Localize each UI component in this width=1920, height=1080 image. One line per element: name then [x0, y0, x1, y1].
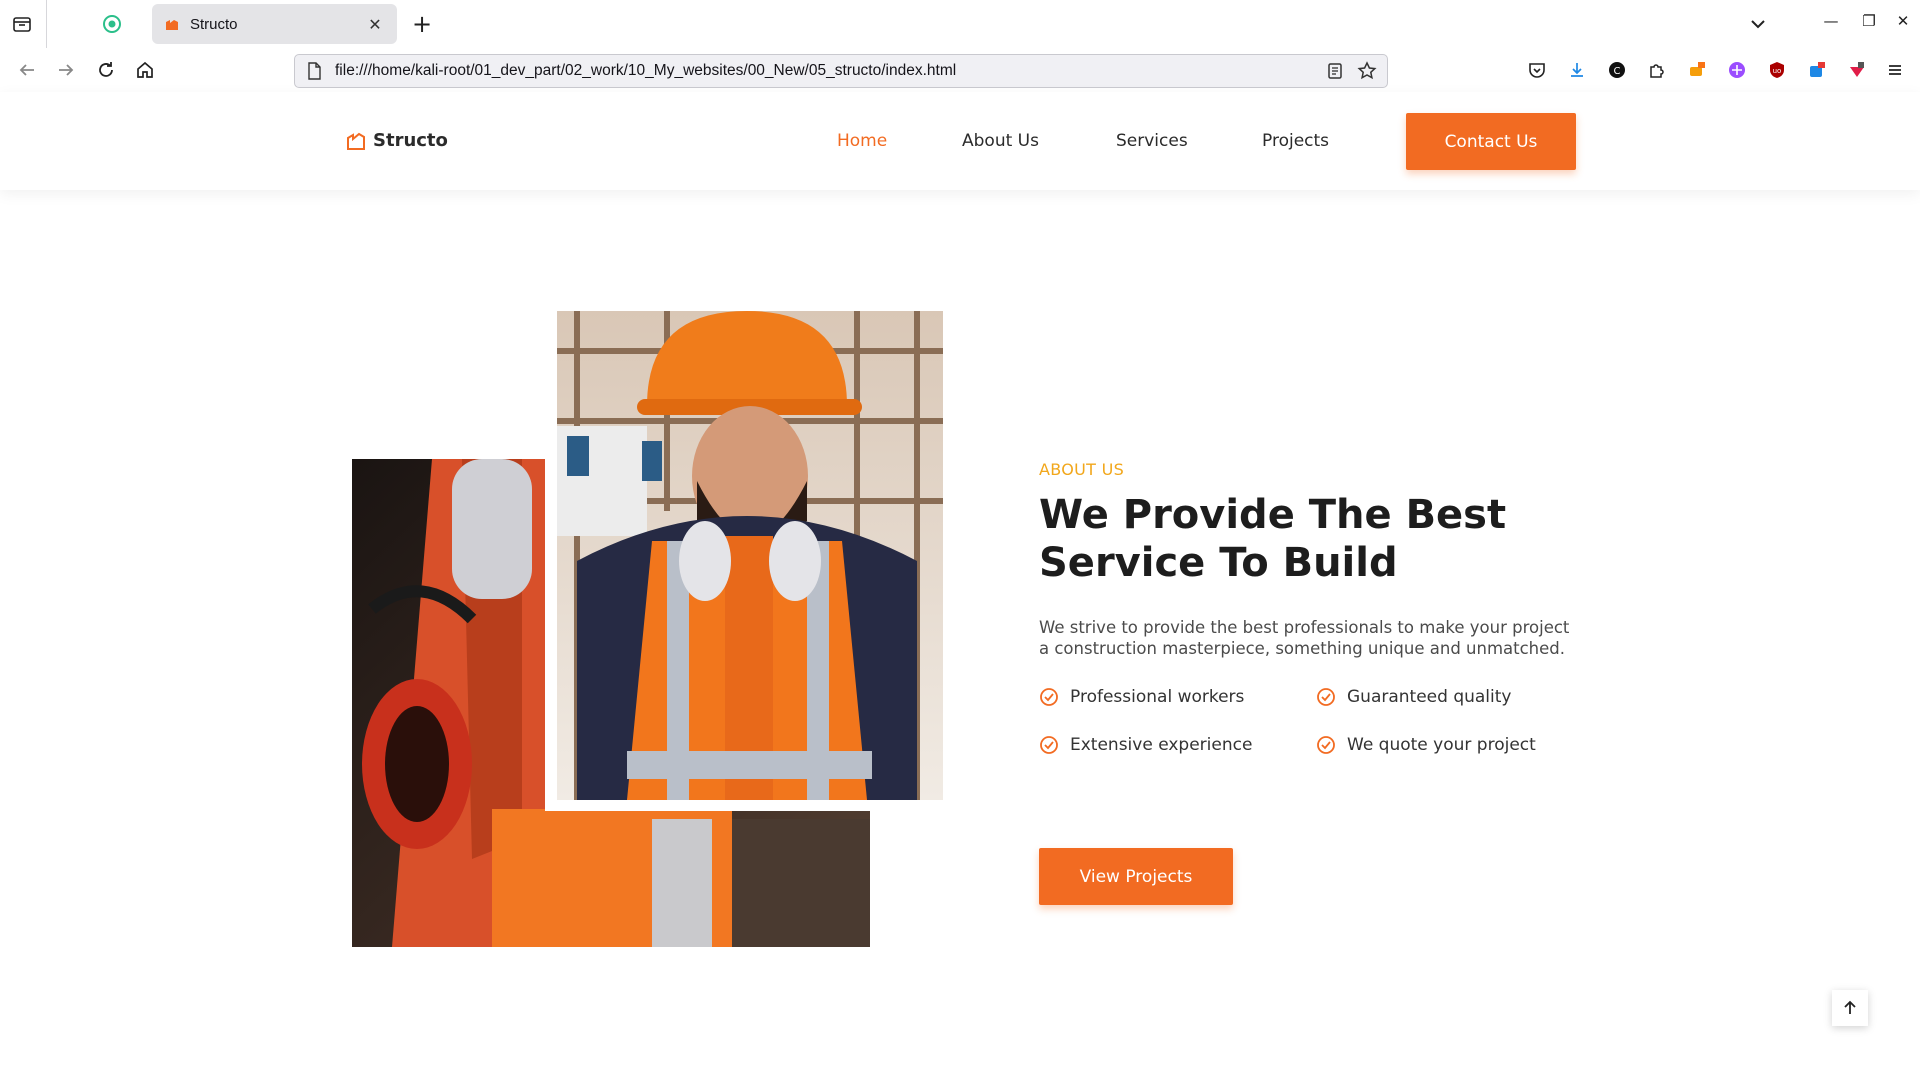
- extension-orange-icon[interactable]: [1686, 59, 1708, 81]
- back-arrow-icon[interactable]: [14, 57, 40, 83]
- feature-label: Extensive experience: [1070, 735, 1253, 755]
- feature-label: Guaranteed quality: [1347, 687, 1512, 707]
- contact-us-button[interactable]: Contact Us: [1406, 113, 1576, 170]
- check-circle-icon: [1317, 688, 1335, 706]
- site-logo[interactable]: Structo: [345, 129, 448, 151]
- feature-item: We quote your project: [1316, 735, 1576, 755]
- ublock-shield-icon[interactable]: uo: [1766, 59, 1788, 81]
- site-header: Structo Home About Us Services Projects …: [0, 92, 1920, 190]
- address-bar[interactable]: file:///home/kali-root/01_dev_part/02_wo…: [294, 54, 1388, 88]
- extension-purple-icon[interactable]: [1726, 59, 1748, 81]
- page-icon: [308, 62, 321, 80]
- worker-hardhat-image: [557, 311, 943, 800]
- pocket-icon[interactable]: [1526, 59, 1548, 81]
- nav-about-us[interactable]: About Us: [962, 131, 1039, 151]
- section-eyebrow: ABOUT US: [1039, 460, 1125, 479]
- reader-view-icon[interactable]: [1325, 61, 1345, 81]
- tab-separator: [46, 0, 47, 48]
- menu-hamburger-icon[interactable]: [1884, 59, 1906, 81]
- tab-title: Structo: [190, 15, 238, 33]
- check-circle-icon: [1317, 736, 1335, 754]
- url-text[interactable]: file:///home/kali-root/01_dev_part/02_wo…: [335, 62, 1313, 80]
- nav-projects[interactable]: Projects: [1262, 131, 1329, 151]
- feature-label: We quote your project: [1347, 735, 1536, 755]
- new-tab-button[interactable]: +: [408, 10, 436, 38]
- feature-item: Extensive experience: [1039, 735, 1316, 755]
- browser-tab-active[interactable]: Structo ✕: [152, 4, 397, 44]
- downloads-icon[interactable]: [1566, 59, 1588, 81]
- structo-favicon-icon: [166, 20, 178, 30]
- check-circle-icon: [1040, 688, 1058, 706]
- extensions-puzzle-icon[interactable]: [1646, 59, 1668, 81]
- arrow-up-icon: [1844, 1000, 1856, 1014]
- logo-text: Structo: [373, 129, 448, 151]
- heading-line-2: Service To Build: [1039, 540, 1398, 586]
- about-section: ABOUT US We Provide The Best Service To …: [1039, 460, 1599, 755]
- browser-tab-bar: Structo ✕ + — ❐ ✕: [0, 0, 1920, 48]
- close-tab-icon[interactable]: ✕: [365, 15, 385, 34]
- scroll-to-top-button[interactable]: [1832, 990, 1868, 1026]
- firefox-view-icon[interactable]: [10, 12, 34, 36]
- restore-icon[interactable]: ❐: [1852, 12, 1886, 30]
- svg-text:C: C: [1614, 66, 1621, 77]
- heading-line-1: We Provide The Best: [1039, 492, 1507, 538]
- feature-label: Professional workers: [1070, 687, 1245, 707]
- feature-item: Professional workers: [1039, 687, 1316, 707]
- list-all-tabs-icon[interactable]: [1746, 12, 1770, 36]
- pinned-tab-icon[interactable]: [100, 12, 124, 36]
- reload-icon[interactable]: [93, 57, 119, 83]
- minimize-icon[interactable]: —: [1814, 12, 1848, 30]
- nav-home[interactable]: Home: [837, 131, 887, 151]
- extension-blue-icon[interactable]: [1806, 59, 1828, 81]
- feature-list: Professional workers Guaranteed quality …: [1039, 687, 1599, 755]
- home-icon[interactable]: [132, 57, 158, 83]
- extension-red-icon[interactable]: [1846, 59, 1868, 81]
- check-circle-icon: [1040, 736, 1058, 754]
- bookmark-star-icon[interactable]: [1357, 61, 1377, 81]
- nav-services[interactable]: Services: [1116, 131, 1188, 151]
- view-projects-button[interactable]: View Projects: [1039, 848, 1233, 905]
- forward-arrow-icon[interactable]: [53, 57, 79, 83]
- feature-item: Guaranteed quality: [1316, 687, 1576, 707]
- close-window-icon[interactable]: ✕: [1886, 12, 1920, 30]
- section-heading: We Provide The Best Service To Build: [1039, 491, 1599, 587]
- browser-nav-bar: file:///home/kali-root/01_dev_part/02_wo…: [0, 48, 1920, 92]
- extension-c-icon[interactable]: C: [1606, 59, 1628, 81]
- structo-logo-icon: [347, 132, 365, 150]
- section-description: We strive to provide the best profession…: [1039, 618, 1570, 658]
- svg-text:uo: uo: [1773, 67, 1782, 75]
